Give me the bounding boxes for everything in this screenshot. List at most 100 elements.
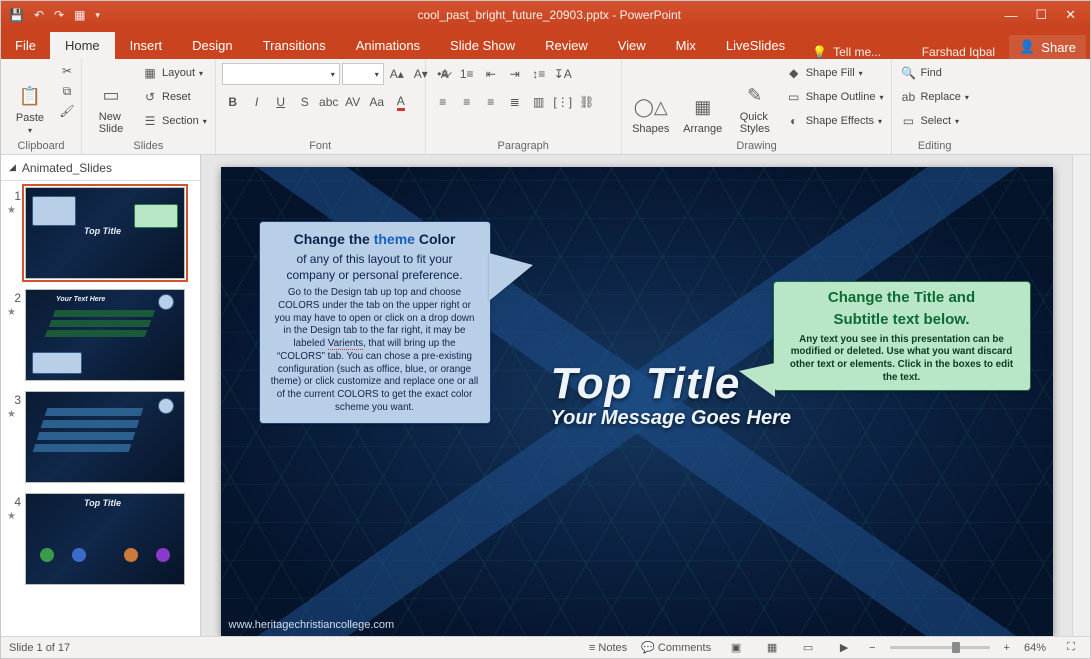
align-text-icon[interactable]: [⋮]: [552, 91, 574, 113]
case-icon[interactable]: Aa: [366, 91, 388, 113]
tab-liveslides[interactable]: LiveSlides: [711, 32, 800, 59]
zoom-out-icon[interactable]: −: [869, 642, 875, 654]
minimize-icon[interactable]: —: [1004, 8, 1017, 23]
copy-icon[interactable]: ⧉: [59, 83, 75, 99]
font-color-icon[interactable]: A: [390, 91, 412, 113]
tab-transitions[interactable]: Transitions: [248, 32, 341, 59]
cut-icon[interactable]: ✂: [59, 63, 75, 79]
slide-thumbnail-3[interactable]: [25, 391, 185, 483]
select-button[interactable]: ▭Select ▾: [898, 111, 970, 131]
strike-icon[interactable]: S: [294, 91, 316, 113]
callout-body: Any text you see in this presentation ca…: [782, 334, 1022, 385]
reset-button[interactable]: ↺Reset: [140, 87, 209, 107]
line-spacing-icon[interactable]: ↕≡: [528, 63, 550, 85]
bold-icon[interactable]: B: [222, 91, 244, 113]
text-direction-icon[interactable]: ↧A: [552, 63, 574, 85]
tab-home[interactable]: Home: [50, 32, 115, 59]
tab-view[interactable]: View: [603, 32, 661, 59]
reset-icon: ↺: [142, 89, 158, 105]
slide-subtitle: Your Message Goes Here: [551, 407, 791, 430]
spacing-icon[interactable]: AV: [342, 91, 364, 113]
tab-design[interactable]: Design: [177, 32, 247, 59]
slideshow-view-icon[interactable]: ▶: [833, 639, 855, 657]
indent-inc-icon[interactable]: ⇥: [504, 63, 526, 85]
tab-review[interactable]: Review: [530, 32, 603, 59]
font-size-combo[interactable]: ▾: [342, 63, 384, 85]
slide-thumbnail-2[interactable]: Your Text Here: [25, 289, 185, 381]
grow-font-icon[interactable]: A▴: [386, 63, 408, 85]
align-right-icon[interactable]: ≡: [480, 91, 502, 113]
effects-icon: ◐: [786, 113, 802, 129]
shape-effects-button[interactable]: ◐Shape Effects ▾: [784, 111, 886, 131]
slide-panel: ◢ Animated_Slides 1 ★ Top Title 2 ★ Your…: [1, 155, 201, 636]
share-button[interactable]: 👤 Share: [1009, 35, 1086, 59]
shadow-icon[interactable]: abc: [318, 91, 340, 113]
numbering-icon[interactable]: 1≡: [456, 63, 478, 85]
callout-title-subtitle[interactable]: Change the Title and Subtitle text below…: [773, 281, 1031, 391]
qat-dropdown-icon[interactable]: ▾: [95, 10, 100, 21]
slide-number: 2: [7, 289, 21, 305]
shape-fill-button[interactable]: ◆Shape Fill ▾: [784, 63, 886, 83]
tab-mix[interactable]: Mix: [661, 32, 711, 59]
watermark: www.heritagechristiancollege.com: [229, 619, 395, 631]
comments-button[interactable]: 💬 Comments: [641, 641, 711, 654]
fill-icon: ◆: [786, 65, 802, 81]
paste-button[interactable]: 📋 Paste ▾: [7, 63, 53, 135]
layout-button[interactable]: ▦Layout ▾: [140, 63, 209, 83]
arrange-button[interactable]: ▦Arrange: [680, 63, 726, 135]
notes-button[interactable]: ≡ Notes: [589, 642, 627, 654]
align-left-icon[interactable]: ≡: [432, 91, 454, 113]
vertical-scrollbar[interactable]: [1072, 155, 1090, 636]
new-slide-button[interactable]: ▭ New Slide: [88, 63, 134, 135]
section-button[interactable]: ☰Section ▾: [140, 111, 209, 131]
normal-view-icon[interactable]: ▣: [725, 639, 747, 657]
zoom-thumb[interactable]: [952, 642, 960, 653]
tab-slideshow[interactable]: Slide Show: [435, 32, 530, 59]
file-tab[interactable]: File: [1, 32, 50, 59]
account-name[interactable]: Farshad Iqbal: [912, 45, 1005, 59]
shape-outline-button[interactable]: ▭Shape Outline ▾: [784, 87, 886, 107]
zoom-value[interactable]: 64%: [1024, 642, 1046, 654]
quick-styles-button[interactable]: ✎Quick Styles: [732, 63, 778, 135]
sorter-view-icon[interactable]: ▦: [761, 639, 783, 657]
find-button[interactable]: 🔍Find: [898, 63, 970, 83]
start-slideshow-icon[interactable]: ▦: [74, 8, 85, 22]
fit-window-icon[interactable]: ⛶: [1060, 639, 1082, 657]
callout-heading: Subtitle text below.: [782, 310, 1022, 330]
save-icon[interactable]: 💾: [9, 8, 24, 22]
title-block[interactable]: Top Title Your Message Goes Here: [551, 359, 791, 430]
format-painter-icon[interactable]: 🖌: [59, 103, 75, 119]
zoom-slider[interactable]: [890, 646, 990, 649]
slide-thumbnail-1[interactable]: Top Title: [25, 187, 185, 279]
ribbon: 📋 Paste ▾ ✂ ⧉ 🖌 Clipboard ▭ New Slide ▦L…: [1, 59, 1090, 155]
undo-icon[interactable]: ↶: [34, 8, 44, 22]
callout-line: of any of this layout to fit your: [270, 251, 480, 267]
tab-animations[interactable]: Animations: [341, 32, 435, 59]
reading-view-icon[interactable]: ▭: [797, 639, 819, 657]
bullets-icon[interactable]: •≡: [432, 63, 454, 85]
shapes-button[interactable]: ◯△Shapes: [628, 63, 674, 135]
smartart-icon[interactable]: ⛓: [576, 91, 598, 113]
callout-theme-color[interactable]: Change the theme Color of any of this la…: [259, 221, 491, 424]
panel-header[interactable]: ◢ Animated_Slides: [1, 155, 200, 181]
title-bar: 💾 ↶ ↷ ▦ ▾ cool_past_bright_future_20903.…: [1, 1, 1090, 29]
tab-insert[interactable]: Insert: [115, 32, 178, 59]
slide-counter[interactable]: Slide 1 of 17: [9, 642, 70, 654]
replace-button[interactable]: abReplace ▾: [898, 87, 970, 107]
tell-me-search[interactable]: 💡 Tell me...: [800, 45, 893, 59]
italic-icon[interactable]: I: [246, 91, 268, 113]
maximize-icon[interactable]: ☐: [1035, 7, 1047, 23]
slide-canvas[interactable]: Change the theme Color of any of this la…: [201, 155, 1072, 636]
thumb-row: 3 ★: [7, 391, 194, 483]
justify-icon[interactable]: ≣: [504, 91, 526, 113]
share-label: Share: [1041, 40, 1076, 55]
underline-icon[interactable]: U: [270, 91, 292, 113]
close-icon[interactable]: ✕: [1065, 7, 1076, 23]
font-name-combo[interactable]: ▾: [222, 63, 340, 85]
indent-dec-icon[interactable]: ⇤: [480, 63, 502, 85]
align-center-icon[interactable]: ≡: [456, 91, 478, 113]
zoom-in-icon[interactable]: +: [1004, 642, 1010, 654]
redo-icon[interactable]: ↷: [54, 8, 64, 22]
columns-icon[interactable]: ▥: [528, 91, 550, 113]
slide-thumbnail-4[interactable]: Top Title: [25, 493, 185, 585]
